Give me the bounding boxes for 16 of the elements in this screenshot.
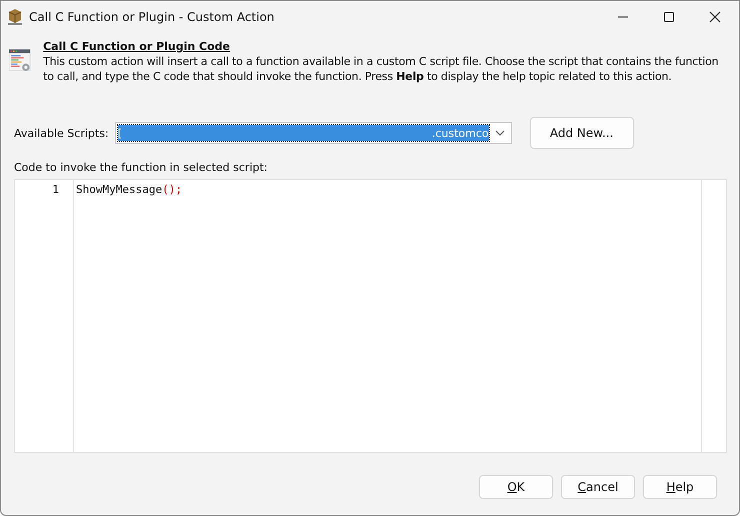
code-editor[interactable]: 1 ShowMyMessage(); [14,179,727,453]
dialog-button[interactable]: Cancel [561,475,635,499]
dialog-button[interactable]: OK [479,475,553,499]
add-new-button[interactable]: Add New... [530,117,634,149]
box-icon [7,8,23,26]
scripts-label: Available Scripts: [14,126,109,140]
maximize-icon[interactable] [663,11,675,23]
chevron-icon [494,130,505,136]
close-icon[interactable] [709,11,721,23]
dialog-button[interactable]: Help [643,475,717,499]
line-number: 1 [52,183,59,196]
code-line: ShowMyMessage(); [76,183,183,196]
window-title: Call C Function or Plugin - Custom Action [29,10,274,24]
header-description: This custom action will insert a call to a function available in a custom C script file. Choose the script that contains the function to call, and type the C code that should invoke the function. Press Help to display the help topic related to this action. [43,54,720,84]
header-title: Call C Function or Plugin Code [43,39,232,54]
code-label: Code to invoke the function in selected script: [14,161,268,174]
